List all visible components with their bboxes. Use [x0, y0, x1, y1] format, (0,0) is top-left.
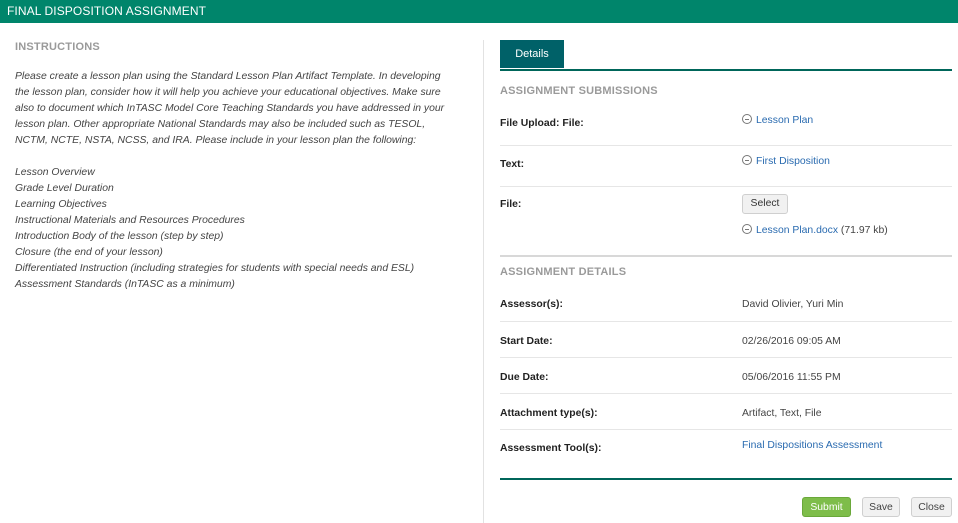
- instructions-list: Lesson Overview Grade Level Duration Lea…: [15, 165, 460, 293]
- list-item: Closure (the end of your lesson): [15, 247, 163, 258]
- file-upload-value: Lesson Plan: [742, 114, 813, 126]
- remove-icon[interactable]: [742, 155, 752, 165]
- first-disposition-link[interactable]: First Disposition: [756, 156, 830, 167]
- details-heading: ASSIGNMENT DETAILS: [500, 266, 627, 278]
- attachment-types-label: Attachment type(s):: [500, 408, 598, 419]
- instructions-line: also to document which InTASC Model Core…: [15, 103, 445, 114]
- instructions-line: Please create a lesson plan using the St…: [15, 71, 441, 82]
- assessment-tool-link[interactable]: Final Dispositions Assessment: [742, 440, 882, 451]
- attached-file: Lesson Plan.docx (71.97 kb): [742, 224, 888, 236]
- instructions-heading: INSTRUCTIONS: [15, 41, 100, 53]
- instructions-paragraph: Please create a lesson plan using the St…: [15, 69, 460, 149]
- select-file-button[interactable]: Select: [742, 194, 788, 214]
- text-row: Text: First Disposition: [500, 146, 952, 187]
- list-item: Instructional Materials and Resources Pr…: [15, 215, 245, 226]
- due-date-row: Due Date: 05/06/2016 11:55 PM: [500, 358, 952, 394]
- instructions-line: NCTM, NCTE, NSTA, NCSS, and IRA. Please …: [15, 135, 417, 146]
- submissions-heading: ASSIGNMENT SUBMISSIONS: [500, 85, 658, 97]
- due-date-label: Due Date:: [500, 372, 549, 383]
- tab-details[interactable]: Details: [500, 40, 564, 68]
- tab-strip: Details: [500, 40, 952, 71]
- start-date-row: Start Date: 02/26/2016 09:05 AM: [500, 322, 952, 358]
- footer-divider: [500, 478, 952, 480]
- text-label: Text:: [500, 159, 525, 170]
- list-item: Differentiated Instruction (including st…: [15, 263, 415, 274]
- assessment-tools-row: Assessment Tool(s): Final Dispositions A…: [500, 430, 952, 466]
- file-row: File: Select Lesson Plan.docx (71.97 kb): [500, 187, 952, 255]
- remove-icon[interactable]: [742, 114, 752, 124]
- list-item: Lesson Overview: [15, 167, 95, 178]
- attached-file-size: (71.97 kb): [840, 225, 888, 236]
- section-divider: [500, 255, 952, 257]
- close-button[interactable]: Close: [911, 497, 952, 517]
- instructions-line: the lesson plan, consider how it will he…: [15, 87, 441, 98]
- file-upload-row: File Upload: File: Lesson Plan: [500, 105, 952, 146]
- start-date-label: Start Date:: [500, 336, 553, 347]
- list-item: Assessment Standards (InTASC as a minimu…: [15, 279, 235, 290]
- text-value: First Disposition: [742, 155, 830, 167]
- window-title: FINAL DISPOSITION ASSIGNMENT: [0, 0, 958, 23]
- list-item: Grade Level Duration: [15, 183, 114, 194]
- due-date-value: 05/06/2016 11:55 PM: [742, 372, 841, 383]
- assessment-tools-label: Assessment Tool(s):: [500, 443, 602, 454]
- submit-button[interactable]: Submit: [802, 497, 851, 517]
- attachment-types-row: Attachment type(s): Artifact, Text, File: [500, 394, 952, 430]
- list-item: Learning Objectives: [15, 199, 107, 210]
- lesson-plan-link[interactable]: Lesson Plan: [756, 115, 813, 126]
- attachment-types-value: Artifact, Text, File: [742, 408, 822, 419]
- file-upload-label: File Upload: File:: [500, 118, 584, 129]
- assessors-value: David Olivier, Yuri Min: [742, 299, 844, 310]
- assessors-row: Assessor(s): David Olivier, Yuri Min: [500, 285, 952, 322]
- remove-icon[interactable]: [742, 224, 752, 234]
- attached-file-link[interactable]: Lesson Plan.docx: [756, 225, 838, 236]
- panel-divider: [483, 40, 484, 523]
- save-button[interactable]: Save: [862, 497, 900, 517]
- instructions-line: lesson plan. Other appropriate National …: [15, 119, 426, 130]
- list-item: Introduction Body of the lesson (step by…: [15, 231, 224, 242]
- assessors-label: Assessor(s):: [500, 299, 563, 310]
- start-date-value: 02/26/2016 09:05 AM: [742, 336, 841, 347]
- file-label: File:: [500, 199, 522, 210]
